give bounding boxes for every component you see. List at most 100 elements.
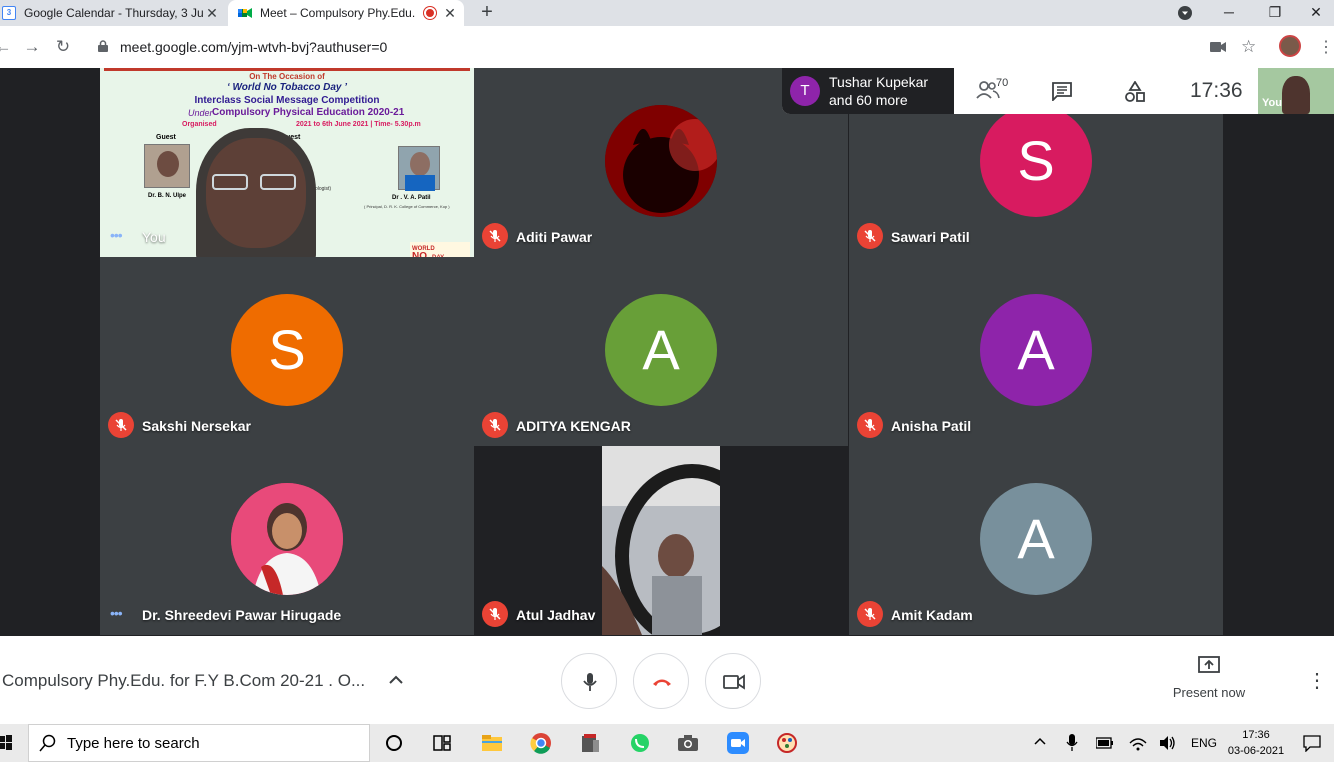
browser-toolbar: ← → ↻ meet.google.com/yjm-wtvh-bvj?authu… xyxy=(0,26,1334,68)
clock-time: 17:36 xyxy=(1242,729,1270,741)
camera-app-icon[interactable] xyxy=(677,732,699,754)
profile-avatar[interactable] xyxy=(1279,35,1301,57)
recording-icon xyxy=(424,7,436,19)
participant-tile[interactable]: A Anisha Patil xyxy=(849,257,1223,446)
guest2-sub: ( Principal, D. R. K. College of Commerc… xyxy=(364,204,450,209)
participant-name: Amit Kadam xyxy=(891,607,973,623)
participant-tile[interactable]: S Sakshi Nersekar xyxy=(100,257,474,446)
chevron-up-icon[interactable] xyxy=(388,672,404,690)
participant-name: Aditi Pawar xyxy=(516,229,593,245)
wifi-icon[interactable] xyxy=(1129,735,1147,756)
taskbar-clock[interactable]: 17:36 03-06-2021 xyxy=(1226,727,1286,759)
tab-meet[interactable]: Meet – Compulsory Phy.Edu. ✕ xyxy=(228,0,464,26)
participant-count: 70 xyxy=(996,77,1009,89)
participant-tile[interactable]: ••• Dr. Shreedevi Pawar Hirugade xyxy=(100,446,474,635)
close-window-button[interactable]: ✕ xyxy=(1298,0,1334,26)
new-tab-button[interactable]: + xyxy=(476,1,498,25)
browser-tab-strip: 3 Google Calendar - Thursday, 3 Ju ✕ Mee… xyxy=(0,0,1334,26)
participant-avatar: A xyxy=(980,294,1092,406)
address-bar[interactable]: meet.google.com/yjm-wtvh-bvj?authuser=0 xyxy=(84,32,1270,62)
app-icon[interactable] xyxy=(579,732,601,754)
participant-name: Dr. Shreedevi Pawar Hirugade xyxy=(142,607,342,623)
microphone-icon xyxy=(583,673,597,691)
guest1-name: Dr. B. N. Ulpe xyxy=(148,193,187,199)
guest2-photo xyxy=(398,146,440,191)
whatsapp-icon[interactable] xyxy=(629,732,651,754)
microphone-tray-icon[interactable] xyxy=(1066,734,1078,757)
meeting-title[interactable]: Compulsory Phy.Edu. for F.Y B.Com 20-21 … xyxy=(2,671,365,691)
forward-arrow-icon[interactable]: → xyxy=(21,36,43,58)
windows-start-icon[interactable] xyxy=(0,735,12,751)
paint-app-icon[interactable] xyxy=(776,732,798,754)
self-view-thumbnail[interactable]: You xyxy=(1258,68,1334,114)
poster-occasion: On The Occasion of xyxy=(249,72,325,81)
muted-mic-icon xyxy=(857,601,883,627)
muted-mic-icon xyxy=(857,223,883,249)
cortana-icon[interactable] xyxy=(383,732,405,754)
language-indicator[interactable]: ENG xyxy=(1191,736,1217,750)
show-hidden-icons-icon[interactable] xyxy=(1033,735,1047,749)
poster-organised: Organised xyxy=(182,121,217,128)
speaking-indicator-icon: ••• xyxy=(110,227,123,243)
self-thumb-label: You xyxy=(1262,97,1282,109)
guest2-name: Dr . V. A. Patil xyxy=(392,195,431,201)
more-options-icon[interactable]: ⋮ xyxy=(1307,668,1327,693)
activities-button[interactable] xyxy=(1125,80,1145,108)
volume-icon[interactable] xyxy=(1159,735,1177,756)
tab-google-calendar[interactable]: 3 Google Calendar - Thursday, 3 Ju ✕ xyxy=(0,0,226,26)
participant-tile[interactable]: A ADITYA KENGAR xyxy=(474,257,848,446)
poster-under: Under xyxy=(188,108,213,118)
poster-border xyxy=(104,68,470,71)
activities-icon xyxy=(1125,80,1145,102)
lock-icon xyxy=(98,39,112,55)
self-thumb-person xyxy=(1282,76,1310,114)
poster-dates: 2021 to 6th June 2021 | Time- 5.30p.m xyxy=(296,121,421,128)
tab-title: Google Calendar - Thursday, 3 Ju xyxy=(24,6,204,20)
participant-video xyxy=(602,446,720,635)
minimize-button[interactable]: ─ xyxy=(1206,0,1252,26)
restore-button[interactable]: ❐ xyxy=(1252,0,1298,26)
bookmark-star-icon[interactable]: ☆ xyxy=(1241,37,1256,57)
leave-call-button[interactable] xyxy=(633,653,689,709)
meet-top-bar: T Tushar Kupekar and 60 more 70 17:36 xyxy=(782,68,1258,114)
meeting-clock: 17:36 xyxy=(1190,79,1243,102)
chrome-icon[interactable] xyxy=(530,732,552,754)
meet-icon xyxy=(238,6,252,20)
close-tab-icon[interactable]: ✕ xyxy=(442,5,458,22)
chat-icon xyxy=(1052,82,1072,103)
camera-indicator-icon[interactable] xyxy=(1210,40,1226,58)
participant-tile[interactable]: A Amit Kadam xyxy=(849,446,1223,635)
participant-tile-self[interactable]: On The Occasion of ‘ World No Tobacco Da… xyxy=(100,68,474,257)
tab-title: Meet – Compulsory Phy.Edu. xyxy=(260,6,416,20)
participant-tile[interactable]: Atul Jadhav xyxy=(474,446,848,635)
people-button[interactable]: 70 xyxy=(976,77,1016,104)
battery-icon[interactable] xyxy=(1095,736,1114,754)
notifications-icon[interactable] xyxy=(1303,734,1321,757)
microphone-button[interactable] xyxy=(561,653,617,709)
file-explorer-icon[interactable] xyxy=(481,732,503,754)
muted-mic-icon xyxy=(108,412,134,438)
video-camera-icon xyxy=(723,674,745,690)
zoom-icon[interactable] xyxy=(727,732,749,754)
chat-button[interactable] xyxy=(1051,81,1073,106)
presenter-more: and 60 more xyxy=(829,92,908,108)
presenter-chip[interactable]: T Tushar Kupekar and 60 more xyxy=(782,68,954,114)
participant-photo xyxy=(605,105,717,217)
taskbar-search-box[interactable]: Type here to search xyxy=(28,724,370,762)
reload-icon[interactable]: ↻ xyxy=(52,36,74,58)
poster-guest1-label: Guest xyxy=(156,134,176,141)
task-view-icon[interactable] xyxy=(431,732,453,754)
chrome-menu-icon[interactable]: ⋮ xyxy=(1318,37,1334,57)
camera-button[interactable] xyxy=(705,653,761,709)
participant-name: Anisha Patil xyxy=(891,418,972,434)
presenter-name: Tushar Kupekar xyxy=(829,74,929,90)
participant-name: Sawari Patil xyxy=(891,229,970,245)
participant-name: You xyxy=(142,229,166,245)
participant-name: ADITYA KENGAR xyxy=(516,418,631,434)
back-arrow-icon[interactable]: ← xyxy=(0,36,14,58)
presenter-text: Tushar Kupekar and 60 more xyxy=(829,73,928,109)
present-now-button[interactable]: Present now xyxy=(1160,656,1258,700)
tab-search-icon[interactable] xyxy=(1162,0,1208,26)
participant-name: Atul Jadhav xyxy=(516,607,596,623)
close-tab-icon[interactable]: ✕ xyxy=(204,5,220,22)
